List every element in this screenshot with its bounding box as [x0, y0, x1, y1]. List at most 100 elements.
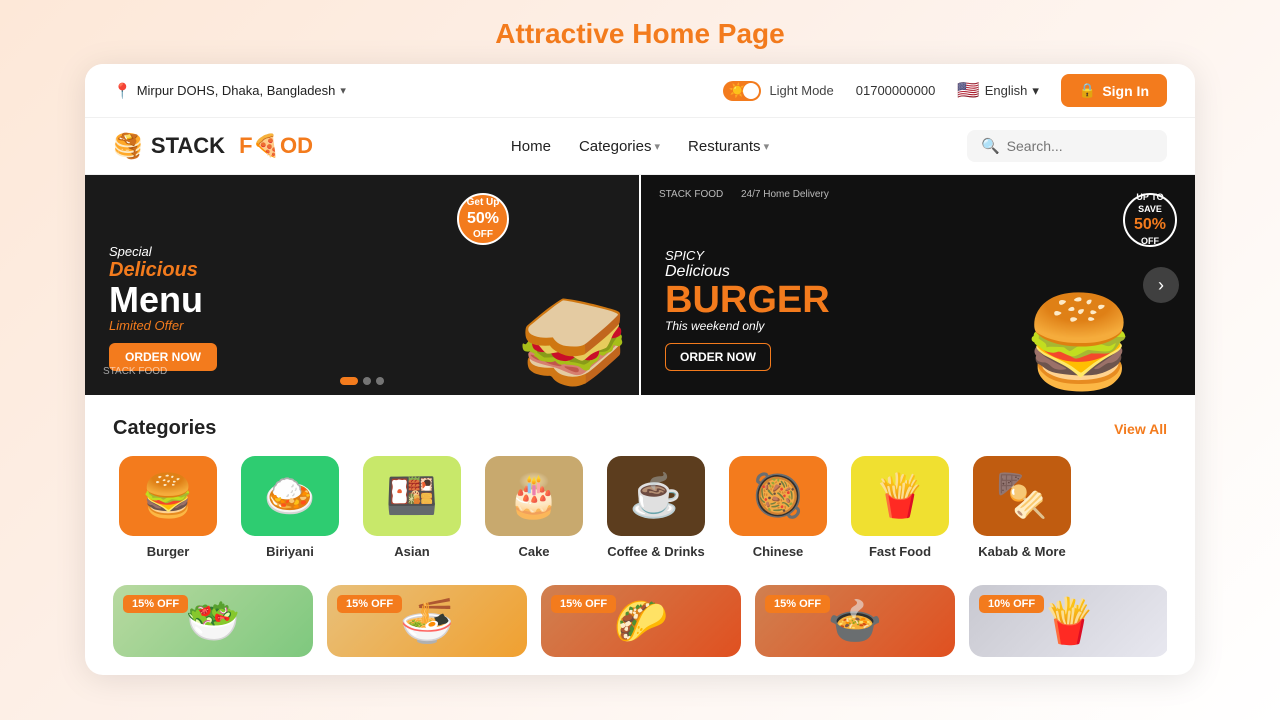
category-image: 🍢	[973, 456, 1071, 536]
banner-right: UP TO SAVE 50% OFF STACK FOOD 24/7 Home …	[641, 175, 1195, 395]
category-icon: 🥘	[752, 472, 804, 521]
banner-burger-text: BURGER	[665, 281, 830, 319]
category-card-cake[interactable]: 🎂 Cake	[479, 456, 589, 559]
category-card-burger[interactable]: 🍔 Burger	[113, 456, 223, 559]
language-label: English	[985, 83, 1028, 98]
search-bar[interactable]: 🔍	[967, 130, 1167, 162]
category-card-biriyani[interactable]: 🍛 Biriyani	[235, 456, 345, 559]
banner-right-order-button[interactable]: ORDER NOW	[665, 343, 771, 371]
banner-next-arrow-button[interactable]: ›	[1143, 267, 1179, 303]
logo-icon: 🥞	[113, 132, 143, 161]
banner-limited-text: Limited Offer	[109, 318, 217, 333]
signin-button[interactable]: 🔒 Sign In	[1061, 74, 1167, 107]
banner-left-dots	[340, 377, 384, 385]
badge-off: OFF	[473, 229, 493, 241]
logo-food: F🍕OD	[233, 133, 313, 159]
sun-icon: ☀️	[728, 82, 745, 99]
category-label: Asian	[394, 544, 429, 559]
page-title: Attractive Home Page	[0, 0, 1280, 64]
category-image: 🍔	[119, 456, 217, 536]
banner-special-text: Special	[109, 244, 217, 259]
nav-restaurants[interactable]: Resturants ▾	[688, 138, 769, 155]
category-image: 🎂	[485, 456, 583, 536]
category-label: Biriyani	[266, 544, 314, 559]
banner-right-brand: STACK FOOD	[659, 189, 723, 200]
category-image: ☕	[607, 456, 705, 536]
food-cards-section: 🥗 15% OFF 🍜 15% OFF 🌮 15% OFF 🍲 15% OFF …	[85, 577, 1195, 675]
light-mode-toggle[interactable]: ☀️ Light Mode	[723, 81, 833, 101]
category-card-asian[interactable]: 🍱 Asian	[357, 456, 467, 559]
search-input[interactable]	[1007, 138, 1153, 154]
language-selector[interactable]: 🇺🇸 English ▾	[957, 80, 1039, 101]
food-card[interactable]: 🍲 15% OFF	[755, 585, 955, 657]
food-card-badge: 15% OFF	[551, 595, 616, 613]
toggle-switch[interactable]: ☀️	[723, 81, 761, 101]
food-cards-row: 🥗 15% OFF 🍜 15% OFF 🌮 15% OFF 🍲 15% OFF …	[113, 585, 1167, 657]
category-label: Chinese	[753, 544, 804, 559]
categories-grid: 🍔 Burger 🍛 Biriyani 🍱 Asian 🎂 Cake ☕ Cof…	[113, 456, 1167, 567]
food-card[interactable]: 🍟 10% OFF	[969, 585, 1167, 657]
banner-menu-text: Menu	[109, 282, 217, 318]
category-image: 🥘	[729, 456, 827, 536]
banner-right-content: SPICY Delicious BURGER This weekend only…	[665, 248, 830, 371]
nav-restaurants-label: Resturants	[688, 138, 761, 155]
category-card-fast-food[interactable]: 🍟 Fast Food	[845, 456, 955, 559]
banner-right-food-image: 🍔	[1023, 290, 1135, 395]
banner-left-content: Special Delicious Menu Limited Offer ORD…	[109, 244, 217, 371]
category-image: 🍱	[363, 456, 461, 536]
view-all-button[interactable]: View All	[1114, 421, 1167, 437]
food-card[interactable]: 🌮 15% OFF	[541, 585, 741, 657]
search-icon: 🔍	[981, 137, 1000, 155]
food-card-badge: 15% OFF	[123, 595, 188, 613]
category-card-chinese[interactable]: 🥘 Chinese	[723, 456, 833, 559]
food-card-badge: 10% OFF	[979, 595, 1044, 613]
category-image: 🍛	[241, 456, 339, 536]
location-text: Mirpur DOHS, Dhaka, Bangladesh	[137, 83, 336, 98]
nav-categories[interactable]: Categories ▾	[579, 138, 660, 155]
category-image: 🍟	[851, 456, 949, 536]
badge-50: 50%	[1134, 215, 1166, 236]
categories-chevron-icon: ▾	[654, 140, 660, 153]
food-card[interactable]: 🍜 15% OFF	[327, 585, 527, 657]
dot-3[interactable]	[376, 377, 384, 385]
nav-home[interactable]: Home	[511, 138, 551, 155]
category-icon: 🍟	[874, 472, 926, 521]
location-selector[interactable]: 📍 Mirpur DOHS, Dhaka, Bangladesh ▾	[113, 82, 346, 100]
lang-chevron-icon: ▾	[1032, 83, 1039, 99]
category-icon: 🍱	[386, 472, 438, 521]
category-label: Cake	[518, 544, 549, 559]
dot-1[interactable]	[340, 377, 358, 385]
badge-getup: Get Up	[467, 197, 500, 209]
location-icon: 📍	[113, 82, 132, 100]
main-container: 📍 Mirpur DOHS, Dhaka, Bangladesh ▾ ☀️ Li…	[85, 64, 1195, 675]
food-card-badge: 15% OFF	[765, 595, 830, 613]
badge-off2: OFF	[1141, 236, 1159, 248]
categories-header: Categories View All	[113, 417, 1167, 440]
category-card-kabab-and-more[interactable]: 🍢 Kabab & More	[967, 456, 1077, 559]
signin-label: Sign In	[1102, 83, 1149, 99]
banner-left: Get Up 50% OFF 🥪 Special Delicious Menu …	[85, 175, 641, 395]
category-icon: 🎂	[508, 472, 560, 521]
phone-number: 01700000000	[856, 83, 936, 98]
banner-left-brand: STACK FOOD	[103, 366, 167, 377]
category-label: Fast Food	[869, 544, 931, 559]
banner-left-food-image: 🥪	[517, 290, 629, 395]
category-label: Kabab & More	[978, 544, 1065, 559]
category-icon: 🍔	[142, 472, 194, 521]
category-card-coffee-and-drinks[interactable]: ☕ Coffee & Drinks	[601, 456, 711, 559]
topbar-right: ☀️ Light Mode 01700000000 🇺🇸 English ▾ 🔒…	[723, 74, 1167, 107]
food-card[interactable]: 🥗 15% OFF	[113, 585, 313, 657]
badge-save: SAVE	[1138, 204, 1162, 216]
banners: Get Up 50% OFF 🥪 Special Delicious Menu …	[85, 175, 1195, 395]
categories-title: Categories	[113, 417, 216, 440]
badge-percent: 50%	[467, 209, 499, 228]
category-icon: ☕	[630, 472, 682, 521]
category-icon: 🍛	[264, 472, 316, 521]
category-icon: 🍢	[996, 472, 1048, 521]
logo-stack: STACK	[151, 133, 225, 159]
dot-2[interactable]	[363, 377, 371, 385]
categories-section: Categories View All 🍔 Burger 🍛 Biriyani …	[85, 395, 1195, 577]
lock-icon: 🔒	[1079, 82, 1096, 99]
nav-links: Home Categories ▾ Resturants ▾	[511, 138, 769, 155]
logo: 🥞 STACK F🍕OD	[113, 132, 313, 161]
